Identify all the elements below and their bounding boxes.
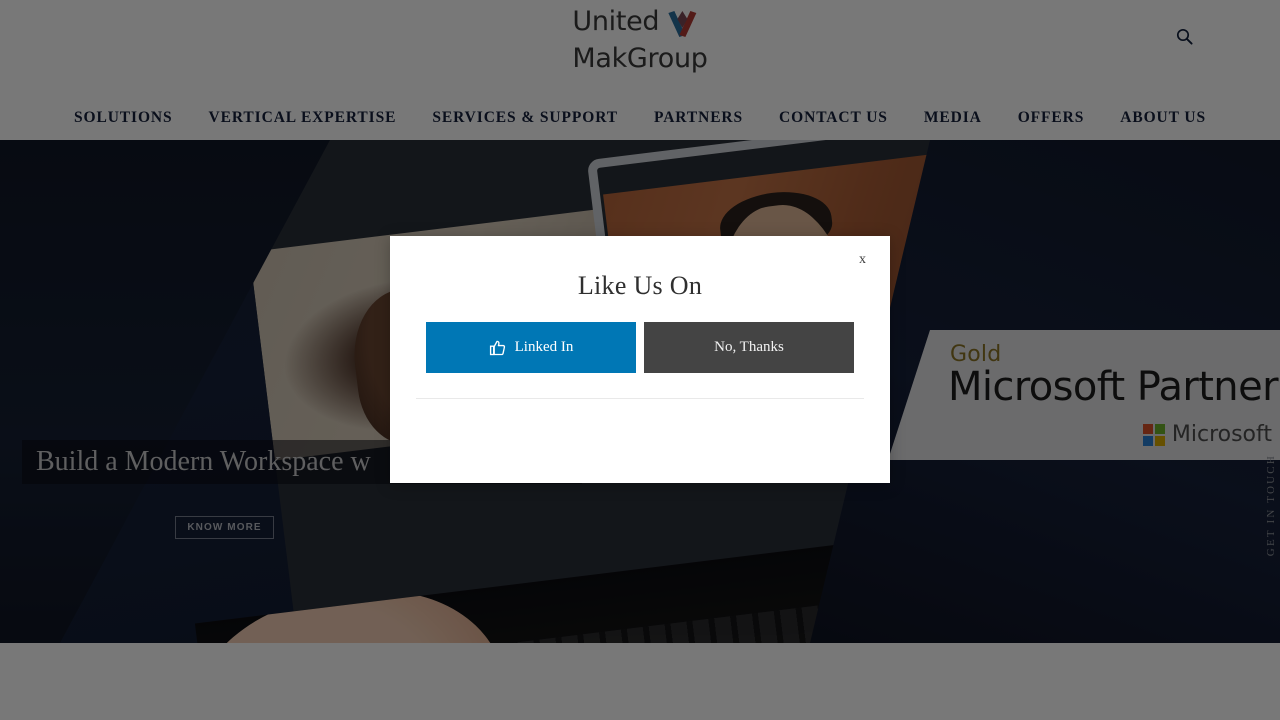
page-root: United MakGroup SOLUTIONS VERTICAL EXPER…	[0, 0, 1280, 720]
linkedin-button-label: Linked In	[514, 339, 574, 355]
thumbs-up-icon	[489, 339, 507, 357]
no-thanks-button[interactable]: No, Thanks	[644, 322, 854, 373]
close-icon[interactable]: x	[853, 248, 872, 272]
modal-divider	[416, 398, 864, 399]
like-us-modal: x Like Us On Linked In No, Thanks	[390, 236, 890, 483]
linkedin-button[interactable]: Linked In	[426, 322, 636, 373]
no-thanks-button-label: No, Thanks	[714, 339, 784, 355]
modal-title: Like Us On	[577, 271, 703, 300]
modal-actions: Linked In No, Thanks	[426, 322, 854, 373]
